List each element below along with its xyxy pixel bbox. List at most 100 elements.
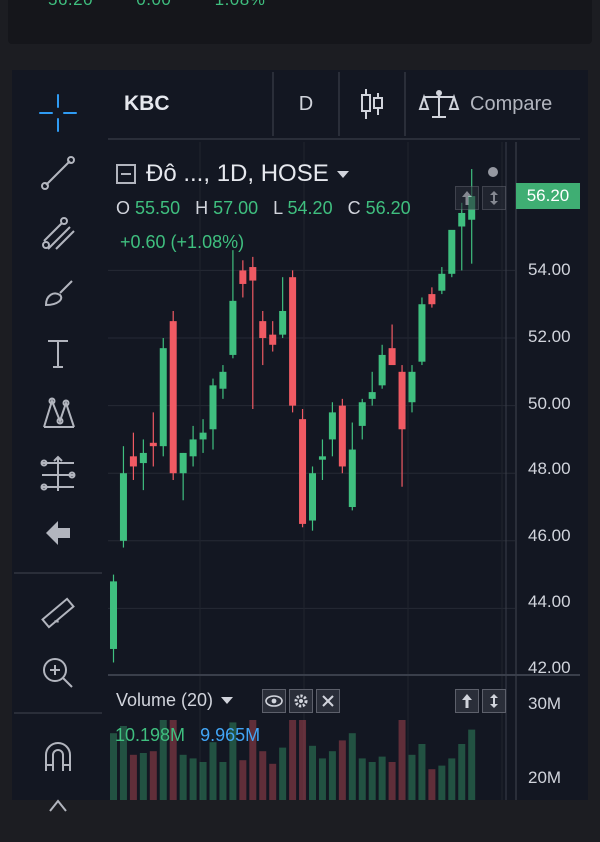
price-tick: 46.00 (528, 526, 571, 545)
candle-body (229, 300, 237, 355)
candle-body (189, 439, 197, 457)
candle-body (348, 449, 356, 508)
pitchfork-icon (42, 217, 75, 250)
high-value: 57.00 (213, 198, 259, 218)
volume-ma-value: 9.965M (200, 725, 261, 745)
magnet-icon (45, 742, 71, 771)
visibility-button[interactable] (262, 689, 286, 713)
collapse-legend-icon[interactable] (116, 164, 136, 184)
candle-body (388, 348, 396, 366)
candle-body (199, 432, 207, 440)
text-tool[interactable] (14, 324, 102, 382)
price-tick: 44.00 (528, 592, 571, 611)
settings-button[interactable] (289, 689, 313, 713)
candle-body (309, 473, 316, 521)
pane-separator[interactable] (108, 674, 580, 676)
symbol-button[interactable]: KBC (108, 72, 274, 136)
candle-body (209, 385, 217, 430)
prev-percent: 1.08% (215, 0, 266, 9)
measure-tool[interactable] (14, 584, 102, 642)
prediction-tool[interactable] (14, 444, 102, 502)
volume-bar (129, 754, 137, 800)
move-up-button[interactable] (455, 186, 479, 210)
scales-icon (418, 90, 460, 118)
lock-tool[interactable] (14, 784, 102, 842)
pane-up-button[interactable] (455, 689, 479, 713)
volume-bar (149, 751, 157, 800)
series-legend[interactable]: Đô ..., 1D, HOSE (116, 160, 349, 188)
high-label: H (195, 198, 209, 218)
pane-maximize-button[interactable] (482, 689, 506, 713)
price-tick: 42.00 (528, 658, 571, 674)
trend-line-icon (41, 156, 75, 190)
candle-body (368, 392, 376, 399)
candle-body (279, 310, 287, 335)
volume-bar (299, 720, 307, 800)
brush-tool[interactable] (14, 264, 102, 322)
candle-body (289, 277, 297, 406)
low-label: L (273, 198, 283, 218)
zoom-tool[interactable] (14, 644, 102, 702)
candle-body (358, 402, 366, 426)
candle-body (129, 456, 137, 467)
candle-body (458, 212, 466, 227)
text-icon (48, 340, 68, 368)
prev-change: 0.00 (136, 0, 171, 9)
move-down-button[interactable] (482, 186, 506, 210)
candle-body (398, 371, 406, 430)
header-divider (108, 138, 580, 140)
volume-bar (179, 754, 187, 800)
chart-type-button[interactable] (340, 72, 406, 136)
candle-body (448, 229, 456, 274)
pitchfork-tool[interactable] (14, 204, 102, 262)
crosshair-tool[interactable] (14, 84, 102, 142)
close-value: 56.20 (365, 198, 411, 218)
candle-body (119, 473, 127, 541)
compare-button[interactable]: Compare (406, 72, 580, 136)
candle-body (328, 412, 336, 440)
status-dot (488, 167, 498, 177)
volume-tick: 20M (528, 768, 562, 787)
volume-bar (428, 769, 436, 800)
volume-bar (348, 733, 356, 800)
remove-indicator-button[interactable] (316, 689, 340, 713)
candle-body (110, 581, 117, 649)
close-icon (322, 695, 334, 707)
arrow-up-icon (462, 694, 472, 708)
hide-toolbar-button[interactable] (14, 504, 102, 562)
arrow-left-icon (46, 521, 70, 545)
interval-button[interactable]: D (274, 72, 340, 136)
candle-body (249, 267, 257, 281)
volume-bar (279, 747, 287, 800)
chevron-down-icon[interactable] (221, 697, 234, 704)
volume-bar (398, 720, 406, 800)
candle-body (428, 294, 436, 305)
price-tick: 52.00 (528, 327, 571, 346)
candle-body (219, 371, 227, 389)
volume-values: 10.198M 9.965M (115, 725, 260, 746)
candle-body (159, 348, 167, 447)
volume-bar (418, 744, 426, 800)
volume-bar (458, 744, 466, 800)
volume-value: 10.198M (115, 725, 186, 745)
volume-bar (289, 720, 297, 800)
volume-tick: 30M (528, 694, 562, 713)
chevron-down-icon[interactable] (336, 170, 349, 178)
price-tick: 50.00 (528, 394, 571, 413)
volume-legend[interactable]: Volume (20) (116, 690, 234, 711)
trend-line-tool[interactable] (14, 144, 102, 202)
pattern-tool[interactable] (14, 384, 102, 442)
volume-bar (318, 758, 326, 800)
previous-panel: 56.20 0.00 1.08% (0, 0, 600, 52)
volume-bar (139, 753, 147, 800)
ohlc-values: O 55.50 H 57.00 L 54.20 C 56.20 (116, 198, 411, 219)
symbol-label: KBC (124, 92, 170, 115)
price-tick: 54.00 (528, 260, 571, 279)
volume-bar (338, 740, 346, 800)
candles-icon (361, 89, 383, 119)
candle-body (169, 321, 177, 474)
candle-body (408, 371, 416, 403)
volume-bar (189, 758, 197, 800)
open-label: O (116, 198, 131, 218)
magnet-tool[interactable] (14, 728, 102, 786)
